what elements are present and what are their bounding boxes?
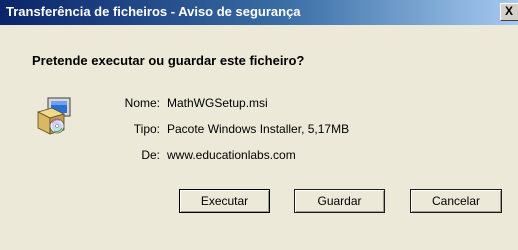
window-title: Transferência de ficheiros - Aviso de se… xyxy=(6,4,301,19)
dialog-heading: Pretende executar ou guardar este fichei… xyxy=(32,53,305,68)
cancel-button[interactable]: Cancelar xyxy=(410,189,502,213)
name-label: Nome: xyxy=(124,96,160,110)
file-type-value: Pacote Windows Installer, 5,17MB xyxy=(167,122,350,136)
installer-package-icon xyxy=(34,96,74,136)
file-name-value: MathWGSetup.msi xyxy=(167,96,268,110)
type-label: Tipo: xyxy=(133,122,160,136)
save-button[interactable]: Guardar xyxy=(294,189,385,213)
source-url-value: www.educationlabs.com xyxy=(167,148,296,162)
close-icon: X xyxy=(505,4,514,18)
close-button[interactable]: X xyxy=(500,3,518,21)
run-button[interactable]: Executar xyxy=(179,189,270,213)
security-warning-dialog: Transferência de ficheiros - Aviso de se… xyxy=(0,0,518,250)
from-label: De: xyxy=(141,148,160,162)
dialog-bottom-edge xyxy=(0,245,518,250)
title-bar[interactable]: Transferência de ficheiros - Aviso de se… xyxy=(0,0,518,25)
